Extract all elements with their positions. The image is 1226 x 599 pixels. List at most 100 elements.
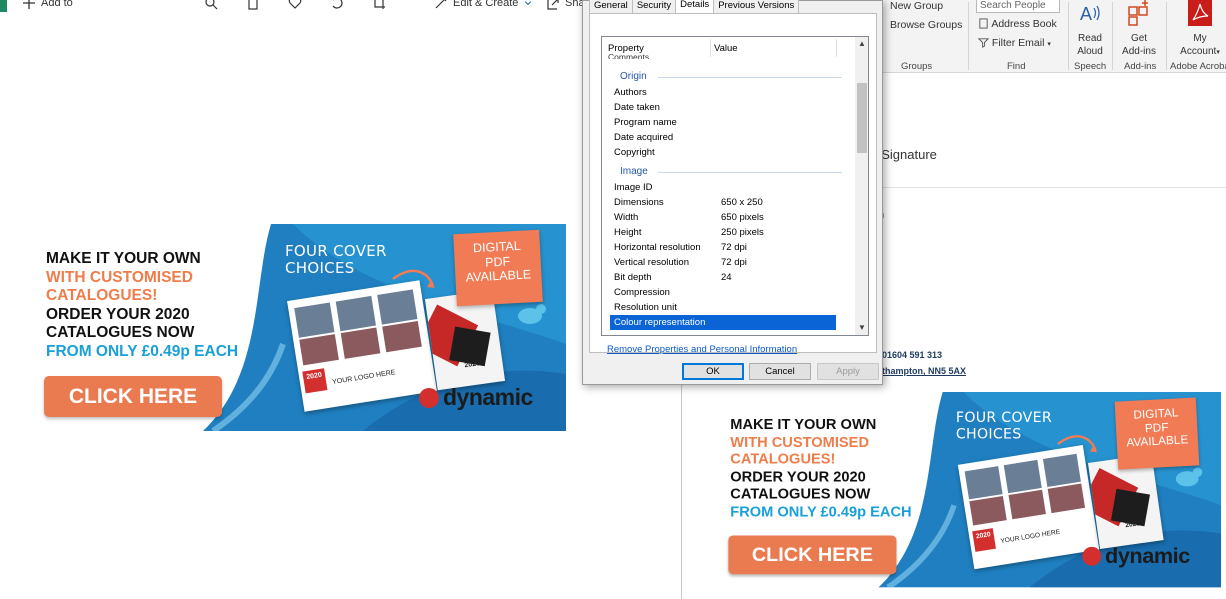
favorite-button[interactable] — [288, 0, 302, 10]
tab-details[interactable]: Details — [675, 0, 714, 13]
speech-group-label: Speech — [1074, 61, 1106, 72]
add-to-button[interactable]: Add to — [22, 0, 73, 10]
apply-button[interactable]: Apply — [817, 363, 879, 380]
crop-button[interactable] — [372, 0, 386, 10]
browse-groups-button[interactable]: Browse Groups — [878, 19, 962, 31]
banner-line-1: MAKE IT YOUR OWN — [730, 417, 911, 434]
ok-button[interactable]: OK — [682, 363, 744, 380]
svg-text:A: A — [1080, 4, 1092, 24]
filter-email-button[interactable]: Filter Email ▾ — [978, 37, 1051, 49]
zoom-button[interactable] — [204, 0, 218, 10]
section-image: Image — [620, 166, 648, 177]
signature-phone: 01604 591 313 — [882, 350, 942, 360]
new-group-button[interactable]: New Group — [878, 0, 943, 12]
search-people-input[interactable]: Search People — [976, 0, 1060, 13]
four-cover-line-1: FOUR COVER — [285, 243, 387, 260]
address-book-button[interactable]: Address Book — [978, 18, 1057, 30]
edit-wand-icon — [434, 0, 448, 10]
banner-click-here-button[interactable]: CLICK HERE — [728, 535, 896, 574]
property-row-selected[interactable]: Colour representation — [610, 315, 836, 330]
property-row[interactable]: Date taken — [602, 100, 854, 115]
cancel-button[interactable]: Cancel — [749, 363, 811, 380]
catalogue-photo — [382, 321, 422, 352]
banner-brand-logo: dynamic — [419, 384, 533, 411]
property-row[interactable]: Dimensions650 x 250 — [602, 195, 854, 210]
catalogue-photo — [1004, 460, 1042, 493]
banner-line-6: FROM ONLY £0.49p EACH — [730, 504, 911, 521]
brand-mark-icon — [1082, 546, 1101, 565]
banner-brand-logo: dynamic — [1082, 543, 1189, 568]
property-row[interactable]: Vertical resolution72 dpi — [602, 255, 854, 270]
tab-previous-versions[interactable]: Previous Versions — [713, 0, 799, 13]
banner-click-here-button: CLICK HERE — [44, 376, 222, 417]
property-list-scrollbar[interactable]: ▲ ▼ — [855, 37, 869, 335]
details-panel: Property Value Comments Origin Authors D… — [589, 13, 877, 353]
signature-address-link[interactable]: thampton, NN5 5AX — [882, 366, 966, 376]
tab-general[interactable]: General — [589, 0, 633, 13]
banner-line-3: CATALOGUES! — [46, 287, 238, 306]
pdf-line-3: AVAILABLE — [455, 267, 542, 286]
filter-email-label: Filter Email — [992, 37, 1045, 49]
banner-four-cover-choices: FOUR COVER CHOICES — [956, 410, 1052, 442]
catalogue-photo — [965, 466, 1003, 499]
scroll-up-arrow-icon[interactable]: ▲ — [858, 39, 866, 48]
property-row[interactable]: Width650 pixels — [602, 210, 854, 225]
get-add-ins-button[interactable]: Get Add-ins — [1118, 0, 1160, 58]
rotate-icon — [330, 0, 344, 10]
property-row[interactable]: Resolution unit — [602, 300, 854, 315]
read-aloud-button[interactable]: A Read Aloud — [1074, 0, 1106, 58]
section-divider — [658, 77, 842, 78]
column-header-value[interactable]: Value — [714, 43, 738, 54]
scroll-down-arrow-icon[interactable]: ▼ — [858, 323, 866, 332]
catalogue-photo — [1048, 484, 1085, 514]
share-button[interactable]: Sha — [546, 0, 585, 10]
banner-line-4: ORDER YOUR 2020 — [46, 306, 238, 325]
message-subject: t Signature — [874, 147, 937, 162]
plus-icon — [22, 0, 36, 10]
catalogue-photo — [341, 328, 381, 359]
property-row[interactable]: Authors — [602, 85, 854, 100]
rotate-button[interactable] — [330, 0, 344, 10]
catalogue-photo — [1043, 454, 1081, 487]
catalogue-photo — [969, 496, 1006, 526]
banner-line-3: CATALOGUES! — [730, 451, 911, 468]
brand-name: dynamic — [1105, 543, 1190, 568]
four-cover-line-2: CHOICES — [956, 426, 1052, 442]
property-row[interactable]: Bit depth24 — [602, 270, 854, 285]
banner-digital-pdf-badge: DIGITAL PDF AVAILABLE — [1115, 397, 1200, 469]
tab-security[interactable]: Security — [632, 0, 676, 13]
banner-email-signature[interactable]: MAKE IT YOUR OWN WITH CUSTOMISED CATALOG… — [718, 392, 1221, 588]
banner-image-viewer: MAKE IT YOUR OWN WITH CUSTOMISED CATALOG… — [33, 224, 566, 431]
read-aloud-label-2: Aloud — [1074, 45, 1106, 58]
scroll-thumb[interactable] — [857, 83, 867, 153]
property-row[interactable]: Height250 pixels — [602, 225, 854, 240]
mini-catalogue-year: 2020 — [1125, 521, 1140, 530]
property-row[interactable]: Horizontal resolution72 dpi — [602, 240, 854, 255]
edit-create-label: Edit & Create — [453, 0, 518, 9]
property-row[interactable]: Date acquired — [602, 130, 854, 145]
read-aloud-label-1: Read — [1074, 32, 1106, 45]
address-book-icon — [978, 18, 989, 29]
get-add-ins-label-2: Add-ins — [1118, 45, 1160, 58]
edit-create-button[interactable]: Edit & Create — [434, 0, 533, 10]
property-row[interactable]: Copyright — [602, 145, 854, 160]
property-list[interactable]: Property Value Comments Origin Authors D… — [601, 36, 869, 336]
property-row[interactable]: Image ID — [602, 180, 854, 195]
remove-properties-link[interactable]: Remove Properties and Personal Informati… — [607, 344, 797, 355]
ribbon-separator — [1112, 2, 1113, 70]
filter-icon — [978, 37, 989, 48]
file-properties-dialog: Property Value Comments Origin Authors D… — [582, 0, 883, 385]
clipped-row-comments: Comments — [608, 53, 649, 59]
property-row[interactable]: Program name — [602, 115, 854, 130]
my-account-button[interactable]: My Account▾ — [1174, 0, 1226, 59]
banner-line-6: FROM ONLY £0.49p EACH — [46, 343, 238, 362]
column-divider — [836, 39, 837, 57]
banner-catalogue-cover: 2020 YOUR LOGO HERE — [287, 280, 437, 412]
crop-icon — [372, 0, 386, 10]
viewer-toolbar: Add to Edit & Create Sha — [0, 0, 682, 12]
property-row[interactable]: Compression — [602, 285, 854, 300]
dropdown-caret-icon: ▾ — [1216, 49, 1220, 56]
banner-line-2: WITH CUSTOMISED — [46, 269, 238, 288]
delete-button[interactable] — [246, 0, 260, 10]
photo-viewer: Add to Edit & Create Sha — [0, 0, 682, 599]
